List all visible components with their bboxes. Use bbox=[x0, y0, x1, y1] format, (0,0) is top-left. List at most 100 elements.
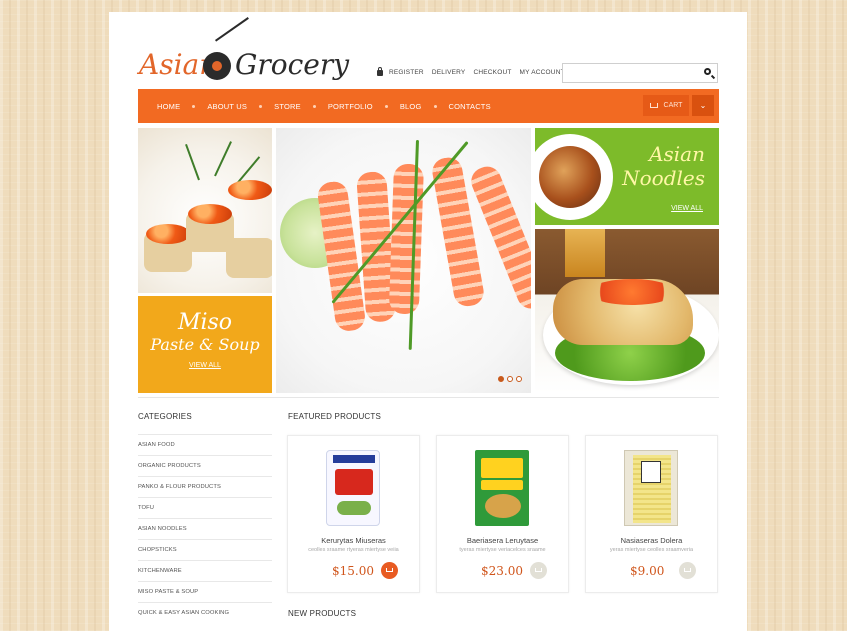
nav-item-blog[interactable]: BLOG bbox=[400, 102, 449, 111]
package-label bbox=[335, 469, 373, 495]
cart-icon bbox=[649, 103, 658, 108]
roe-shape bbox=[188, 204, 232, 224]
my-account-link[interactable]: MY ACCOUNT bbox=[520, 69, 565, 76]
banner-miso[interactable]: Miso Paste & Soup VIEW ALL bbox=[138, 296, 272, 393]
category-item[interactable]: MISO PASTE & SOUP bbox=[138, 581, 272, 602]
slider-dot[interactable] bbox=[498, 376, 504, 382]
account-links: REGISTER DELIVERY CHECKOUT MY ACCOUNT bbox=[377, 67, 573, 76]
slider-dot[interactable] bbox=[516, 376, 522, 382]
lock-icon bbox=[377, 67, 383, 76]
search-icon[interactable] bbox=[704, 68, 711, 75]
add-to-cart-button[interactable] bbox=[679, 562, 696, 579]
product-card[interactable]: Nasiaseras Dolera yeras miertyse ceolles… bbox=[585, 435, 718, 593]
package-art bbox=[337, 501, 371, 515]
nav-label: PORTFOLIO bbox=[327, 101, 373, 111]
herb-shape bbox=[214, 141, 232, 177]
banner-miso-title: Miso bbox=[177, 310, 233, 335]
nav-item-about-us[interactable]: ABOUT US bbox=[207, 102, 274, 111]
category-item[interactable]: TOFU bbox=[138, 497, 272, 518]
noodles-dish-shape bbox=[539, 146, 601, 208]
package-art bbox=[485, 494, 521, 518]
product-image-tofu-burger[interactable] bbox=[475, 450, 529, 526]
nav-label: CONTACTS bbox=[448, 101, 491, 111]
category-item[interactable]: ASIAN FOOD bbox=[138, 434, 272, 455]
nav-item-home[interactable]: HOME bbox=[157, 102, 207, 111]
cart-label: CART bbox=[663, 102, 683, 109]
new-products-title: NEW PRODUCTS bbox=[288, 609, 357, 618]
chevron-down-icon: ⌄ bbox=[699, 101, 707, 110]
package-title-block bbox=[481, 458, 523, 478]
nav-label: HOME bbox=[157, 101, 181, 111]
categories-title: CATEGORIES bbox=[138, 412, 192, 421]
banner-noodles-line2: Noodles bbox=[622, 166, 705, 190]
product-description: yeras miertyse ceolles sraamveria bbox=[609, 547, 694, 553]
divider bbox=[138, 397, 719, 398]
nav-label: BLOG bbox=[399, 101, 422, 111]
product-name[interactable]: Baeriasera Leruytase bbox=[437, 536, 568, 545]
noodles-view-all-link[interactable]: VIEW ALL bbox=[671, 205, 703, 212]
cart-dropdown-toggle[interactable]: ⌄ bbox=[692, 95, 714, 116]
separator-dot bbox=[192, 104, 196, 108]
roe-shape bbox=[146, 224, 190, 244]
product-image-soba[interactable] bbox=[624, 450, 678, 526]
package-label bbox=[641, 461, 661, 483]
slider-shrimp-image[interactable] bbox=[276, 128, 531, 393]
herb-shape bbox=[185, 143, 200, 181]
add-to-cart-button[interactable] bbox=[381, 562, 398, 579]
product-price: $23.00 bbox=[481, 564, 523, 578]
banner-fish-image[interactable] bbox=[535, 229, 719, 393]
beer-glass-shape bbox=[565, 229, 605, 277]
register-link[interactable]: REGISTER bbox=[389, 69, 424, 76]
product-image-panko[interactable] bbox=[326, 450, 380, 526]
category-item[interactable]: ORGANIC PRODUCTS bbox=[138, 455, 272, 476]
product-price: $15.00 bbox=[332, 564, 374, 578]
product-price: $9.00 bbox=[630, 564, 665, 578]
search-box bbox=[562, 63, 718, 84]
product-description: tyeras miertyse veriacelces sraame bbox=[459, 547, 546, 553]
roe-shape bbox=[228, 180, 272, 200]
main-nav: HOME ABOUT US STORE PORTFOLIO BLOG CONTA… bbox=[138, 89, 719, 123]
separator-dot bbox=[384, 104, 388, 108]
nav-item-contacts[interactable]: CONTACTS bbox=[449, 102, 491, 111]
category-item[interactable]: PANKO & FLOUR PRODUCTS bbox=[138, 476, 272, 497]
category-item[interactable]: QUICK & EASY ASIAN COOKING bbox=[138, 602, 272, 623]
banner-miso-subtitle: Paste & Soup bbox=[150, 335, 260, 354]
sauce-shape bbox=[589, 279, 675, 305]
separator-dot bbox=[259, 104, 263, 108]
product-description: ceolles sraame rtyeras miertyse veiia bbox=[308, 547, 399, 553]
nav-label: STORE bbox=[274, 101, 301, 111]
logo-word-grocery: Grocery bbox=[235, 48, 350, 81]
banner-caviar-image[interactable] bbox=[138, 128, 272, 293]
product-card[interactable]: Baeriasera Leruytase tyeras miertyse ver… bbox=[436, 435, 569, 593]
product-name[interactable]: Nasiaseras Dolera bbox=[586, 536, 717, 545]
page: Asian Grocery REGISTER DELIVERY CHECKOUT… bbox=[109, 12, 747, 631]
cart-button[interactable]: CART bbox=[643, 95, 689, 116]
add-to-cart-button[interactable] bbox=[530, 562, 547, 579]
banner-noodles-line1: Asian bbox=[649, 142, 705, 166]
nav-item-portfolio[interactable]: PORTFOLIO bbox=[328, 102, 400, 111]
tartlet-shape bbox=[226, 238, 272, 278]
category-item[interactable]: KITCHENWARE bbox=[138, 560, 272, 581]
site-logo[interactable]: Asian Grocery bbox=[137, 17, 349, 85]
nav-item-store[interactable]: STORE bbox=[274, 102, 328, 111]
categories-list: ASIAN FOOD ORGANIC PRODUCTS PANKO & FLOU… bbox=[138, 434, 272, 623]
product-name[interactable]: Kerurytas Miuseras bbox=[288, 536, 419, 545]
category-item[interactable]: CHOPSTICKS bbox=[138, 539, 272, 560]
miso-view-all-link[interactable]: VIEW ALL bbox=[189, 362, 221, 369]
featured-products-title: FEATURED PRODUCTS bbox=[288, 412, 382, 421]
shrimp-shape bbox=[388, 163, 424, 315]
banner-noodles-title: Asian Noodles bbox=[622, 142, 705, 190]
category-item[interactable]: ASIAN NOODLES bbox=[138, 518, 272, 539]
separator-dot bbox=[312, 104, 316, 108]
banner-noodles[interactable]: Asian Noodles VIEW ALL bbox=[535, 128, 719, 225]
package-subtitle-block bbox=[481, 480, 523, 490]
delivery-link[interactable]: DELIVERY bbox=[432, 69, 466, 76]
product-card[interactable]: Kerurytas Miuseras ceolles sraame rtyera… bbox=[287, 435, 420, 593]
separator-dot bbox=[433, 104, 437, 108]
slider-dot[interactable] bbox=[507, 376, 513, 382]
slider-pagination bbox=[498, 376, 522, 382]
search-input[interactable] bbox=[563, 65, 705, 84]
checkout-link[interactable]: CHECKOUT bbox=[473, 69, 511, 76]
nav-label: ABOUT US bbox=[207, 101, 248, 111]
package-band bbox=[333, 455, 375, 463]
